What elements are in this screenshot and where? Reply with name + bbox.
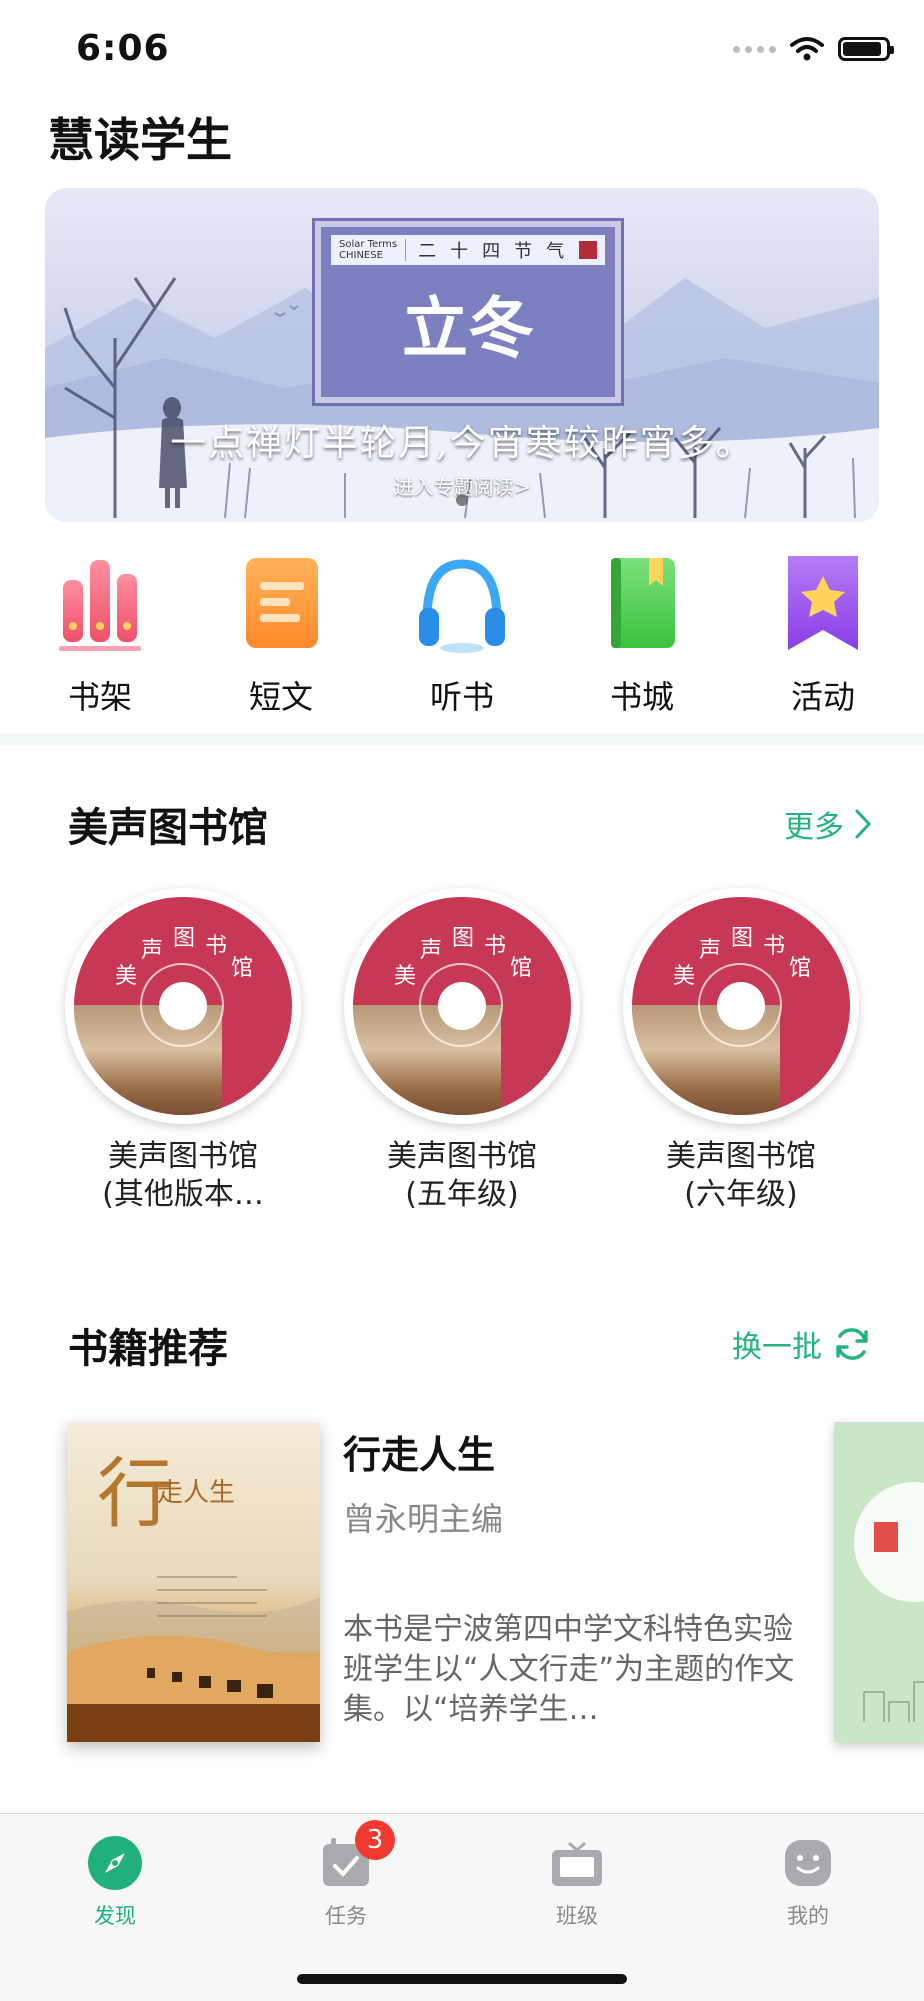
tab-tasks[interactable]: 3 任务 bbox=[281, 1820, 411, 1930]
refresh-label: 换一批 bbox=[732, 1330, 822, 1365]
quick-nav: 书架 短文 听书 书城 活动 bbox=[0, 550, 924, 730]
recommend-section-title: 书籍推荐 bbox=[68, 1326, 228, 1372]
status-bar: 6:06 bbox=[0, 0, 924, 100]
tab-bar: 发现 3 任务 班级 我的 bbox=[0, 1813, 924, 2001]
activity-star-icon bbox=[778, 550, 868, 660]
library-item-subtitle: (六年级) bbox=[684, 1177, 798, 1212]
library-item[interactable]: 美 声 图 书 馆 美声图书馆 (五年级) bbox=[337, 888, 587, 1214]
disc-cover-image: 美 声 图 书 馆 bbox=[623, 888, 859, 1124]
quick-nav-audiobook[interactable]: 听书 bbox=[392, 550, 532, 718]
tab-discover[interactable]: 发现 bbox=[50, 1836, 180, 1930]
class-board-icon bbox=[550, 1836, 604, 1890]
profile-smile-icon bbox=[781, 1836, 835, 1890]
article-icon bbox=[236, 550, 326, 660]
tab-label: 班级 bbox=[556, 1904, 598, 1928]
refresh-icon bbox=[836, 1328, 868, 1360]
tasks-badge: 3 bbox=[355, 1820, 395, 1860]
library-item-title: 美声图书馆 bbox=[387, 1139, 537, 1174]
bookshelf-icon bbox=[55, 550, 145, 660]
library-item[interactable]: 美 声 图 书 馆 美声图书馆 (其他版本… bbox=[58, 888, 308, 1214]
status-icons bbox=[733, 36, 894, 62]
headphones-icon bbox=[417, 550, 507, 660]
seal-icon bbox=[579, 241, 597, 259]
promo-banner[interactable]: Solar Terms CHINESE 二十四节气 立冬 一点禅灯半轮月,今宵寒… bbox=[45, 188, 879, 522]
quick-nav-label: 书城 bbox=[609, 678, 674, 716]
disc-cover-image: 美 声 图 书 馆 bbox=[344, 888, 580, 1124]
more-label: 更多 bbox=[784, 810, 844, 845]
book-cover-title: 走人生 bbox=[157, 1478, 236, 1508]
quick-nav-article[interactable]: 短文 bbox=[211, 550, 351, 718]
library-item-subtitle: (五年级) bbox=[405, 1177, 519, 1212]
quick-nav-activity[interactable]: 活动 bbox=[753, 550, 893, 718]
tab-class[interactable]: 班级 bbox=[512, 1836, 642, 1930]
home-indicator bbox=[297, 1974, 627, 1984]
solar-term-sign: Solar Terms CHINESE 二十四节气 立冬 bbox=[315, 221, 621, 403]
disc-cover-image: 美 声 图 书 馆 bbox=[65, 888, 301, 1124]
sign-en-line1: Solar Terms bbox=[339, 239, 398, 250]
book-description: 本书是宁波第四中学文科特色实验班学生以“人文行走”为主题的作文集。以“培养学生… bbox=[343, 1612, 795, 1727]
wifi-icon bbox=[790, 37, 824, 61]
page-title: 慧读学生 bbox=[48, 113, 232, 167]
chevron-right-icon bbox=[855, 809, 872, 839]
library-item-subtitle: (其他版本… bbox=[102, 1177, 264, 1212]
status-time: 6:06 bbox=[76, 28, 170, 69]
battery-icon bbox=[838, 37, 894, 61]
sign-title: 立冬 bbox=[402, 289, 534, 367]
tab-label: 任务 bbox=[325, 1904, 367, 1928]
library-item-title: 美声图书馆 bbox=[108, 1139, 258, 1174]
quick-nav-label: 短文 bbox=[248, 678, 313, 716]
tab-label: 发现 bbox=[94, 1904, 136, 1928]
bookstore-icon bbox=[597, 550, 687, 660]
library-item-title: 美声图书馆 bbox=[666, 1139, 816, 1174]
library-more-button[interactable]: 更多 bbox=[784, 802, 872, 846]
quick-nav-label: 听书 bbox=[429, 678, 494, 716]
quick-nav-label: 书架 bbox=[67, 678, 132, 716]
compass-icon bbox=[88, 1836, 142, 1890]
task-calendar-icon: 3 bbox=[319, 1820, 395, 1890]
book-author: 曾永明主编 bbox=[343, 1500, 504, 1538]
sign-series: 二十四节气 bbox=[418, 241, 579, 262]
signal-icon bbox=[733, 45, 776, 53]
refresh-batch-button[interactable]: 换一批 bbox=[732, 1322, 872, 1366]
library-section-title: 美声图书馆 bbox=[68, 805, 268, 851]
quick-nav-label: 活动 bbox=[790, 678, 855, 716]
sign-en-line2: CHINESE bbox=[339, 250, 383, 261]
library-item[interactable]: 美 声 图 书 馆 美声图书馆 (六年级) bbox=[616, 888, 866, 1214]
tab-label: 我的 bbox=[787, 1904, 829, 1928]
next-book-cover[interactable] bbox=[834, 1422, 924, 1742]
banner-poem: 一点禅灯半轮月,今宵寒较昨宵多。 bbox=[170, 423, 754, 464]
book-cover[interactable]: 行 走人生 bbox=[67, 1422, 320, 1742]
quick-nav-bookshelf[interactable]: 书架 bbox=[30, 550, 170, 718]
quick-nav-bookstore[interactable]: 书城 bbox=[572, 550, 712, 718]
carousel-indicator bbox=[456, 494, 468, 506]
tab-profile[interactable]: 我的 bbox=[743, 1836, 873, 1930]
book-title[interactable]: 行走人生 bbox=[343, 1424, 495, 1479]
section-divider bbox=[0, 733, 924, 745]
